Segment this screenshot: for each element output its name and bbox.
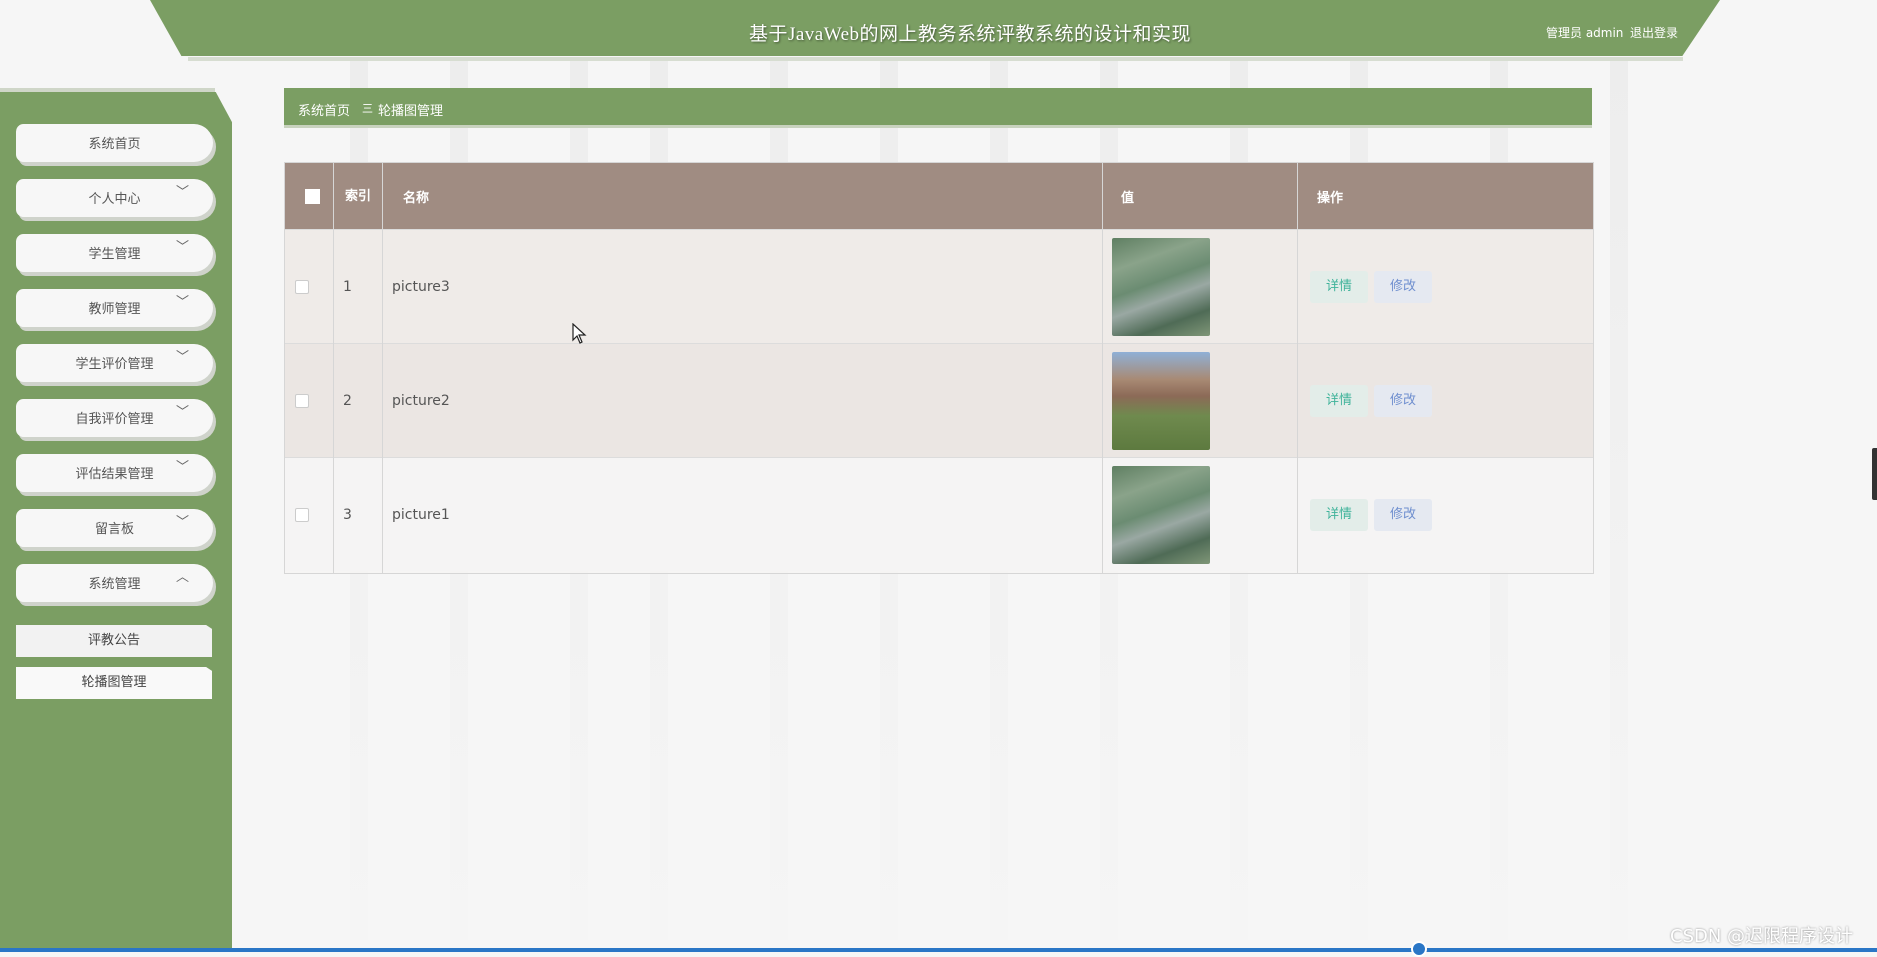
table-row: 1 picture3 详情 修改: [285, 229, 1593, 343]
row-checkbox-cell: [295, 344, 309, 457]
row-image-cell: [1112, 458, 1210, 571]
carousel-thumbnail[interactable]: [1112, 351, 1210, 450]
sidebar-item-profile[interactable]: 个人中心 ﹀: [16, 179, 213, 217]
watermark-text: CSDN @迟限程序设计: [1670, 926, 1854, 947]
carousel-thumbnail[interactable]: [1112, 465, 1210, 564]
column-header-actions: 操作: [1317, 190, 1344, 206]
sidebar-item-student-evaluation[interactable]: 学生评价管理 ﹀: [16, 344, 213, 382]
row-checkbox[interactable]: [295, 393, 309, 408]
breadcrumb-separator-icon: 三: [362, 102, 373, 115]
row-actions: 详情 修改: [1310, 458, 1438, 571]
side-scroll-tab[interactable]: [1872, 448, 1877, 500]
site-title: 基于JavaWeb的网上教务系统评教系统的设计和实现: [748, 24, 1192, 45]
sidebar-item-teachers[interactable]: 教师管理 ﹀: [16, 289, 213, 327]
breadcrumb-current: 轮播图管理: [378, 104, 444, 119]
column-divider: [382, 163, 383, 573]
row-name: picture1: [392, 506, 450, 523]
sidebar-item-self-evaluation[interactable]: 自我评价管理 ﹀: [16, 399, 213, 437]
edit-button[interactable]: 修改: [1374, 384, 1433, 417]
sidebar-item-label: 评估结果管理: [75, 467, 154, 482]
sidebar-item-message-board[interactable]: 留言板 ﹀: [16, 509, 213, 547]
chevron-down-icon: ﹀: [175, 460, 189, 475]
header-divider: [188, 57, 1683, 61]
detail-button[interactable]: 详情: [1310, 270, 1369, 303]
sidebar-item-label: 系统管理: [88, 577, 141, 592]
row-name: picture2: [392, 392, 450, 409]
sidebar-item-students[interactable]: 学生管理 ﹀: [16, 234, 213, 272]
chevron-down-icon: ﹀: [175, 185, 189, 200]
row-index: 1: [343, 278, 352, 295]
row-image-cell: [1112, 344, 1210, 457]
data-table: 索引 名称 值 操作 1 picture3 详情 修改 2 picture2 详…: [284, 162, 1594, 574]
chevron-down-icon: ﹀: [175, 240, 189, 255]
logout-link[interactable]: 退出登录: [1630, 24, 1678, 41]
progress-handle[interactable]: [1411, 941, 1427, 957]
sidebar-subitem-carousel[interactable]: 轮播图管理: [16, 667, 212, 699]
column-divider: [1297, 163, 1298, 573]
chevron-down-icon: ﹀: [175, 295, 189, 310]
detail-button[interactable]: 详情: [1310, 498, 1369, 531]
row-index: 3: [343, 506, 352, 523]
progress-bar: [0, 948, 1877, 952]
row-checkbox[interactable]: [295, 279, 309, 294]
breadcrumb: 系统首页 三 轮播图管理: [284, 88, 1592, 125]
sidebar-item-label: 学生评价管理: [75, 357, 154, 372]
carousel-thumbnail[interactable]: [1112, 237, 1210, 336]
column-divider: [333, 163, 334, 573]
sidebar-subitem-announcements[interactable]: 评教公告: [16, 625, 212, 657]
column-header-name: 名称: [403, 190, 430, 206]
chevron-down-icon: ﹀: [175, 405, 189, 420]
select-all-checkbox[interactable]: [305, 188, 320, 204]
row-name: picture3: [392, 278, 450, 295]
sidebar-item-results[interactable]: 评估结果管理 ﹀: [16, 454, 213, 492]
sidebar-item-label: 系统首页: [88, 137, 141, 152]
column-divider: [1102, 163, 1103, 573]
chevron-down-icon: ﹀: [175, 515, 189, 530]
row-image-cell: [1112, 230, 1210, 343]
detail-button[interactable]: 详情: [1310, 384, 1369, 417]
table-header: 索引 名称 值 操作: [285, 163, 1593, 229]
row-actions: 详情 修改: [1310, 230, 1438, 343]
edit-button[interactable]: 修改: [1374, 270, 1433, 303]
mouse-cursor-icon: [572, 323, 587, 344]
column-header-value: 值: [1121, 190, 1135, 206]
sidebar-item-label: 教师管理: [88, 302, 141, 317]
chevron-down-icon: ﹀: [175, 350, 189, 365]
row-index: 2: [343, 392, 352, 409]
chevron-up-icon: ︿: [175, 570, 189, 585]
row-actions: 详情 修改: [1310, 344, 1438, 457]
column-header-index[interactable]: 索引: [334, 163, 382, 229]
table-row: 2 picture2 详情 修改: [285, 343, 1593, 457]
sidebar-item-label: 自我评价管理: [75, 412, 154, 427]
sidebar-item-home[interactable]: 系统首页: [16, 124, 213, 162]
select-all-cell: [305, 163, 325, 229]
row-checkbox-cell: [295, 230, 309, 343]
edit-button[interactable]: 修改: [1374, 498, 1433, 531]
sidebar-item-label: 个人中心: [88, 192, 141, 207]
breadcrumb-home[interactable]: 系统首页: [298, 100, 350, 119]
sidebar-item-label: 学生管理: [88, 247, 141, 262]
sidebar-item-label: 留言板: [94, 522, 134, 537]
sidebar-item-system[interactable]: 系统管理 ︿: [16, 564, 213, 602]
row-checkbox-cell: [295, 458, 309, 571]
row-checkbox[interactable]: [295, 507, 309, 522]
table-row: 3 picture1 详情 修改: [285, 457, 1593, 571]
user-info: 管理员 admin: [1546, 26, 1624, 40]
